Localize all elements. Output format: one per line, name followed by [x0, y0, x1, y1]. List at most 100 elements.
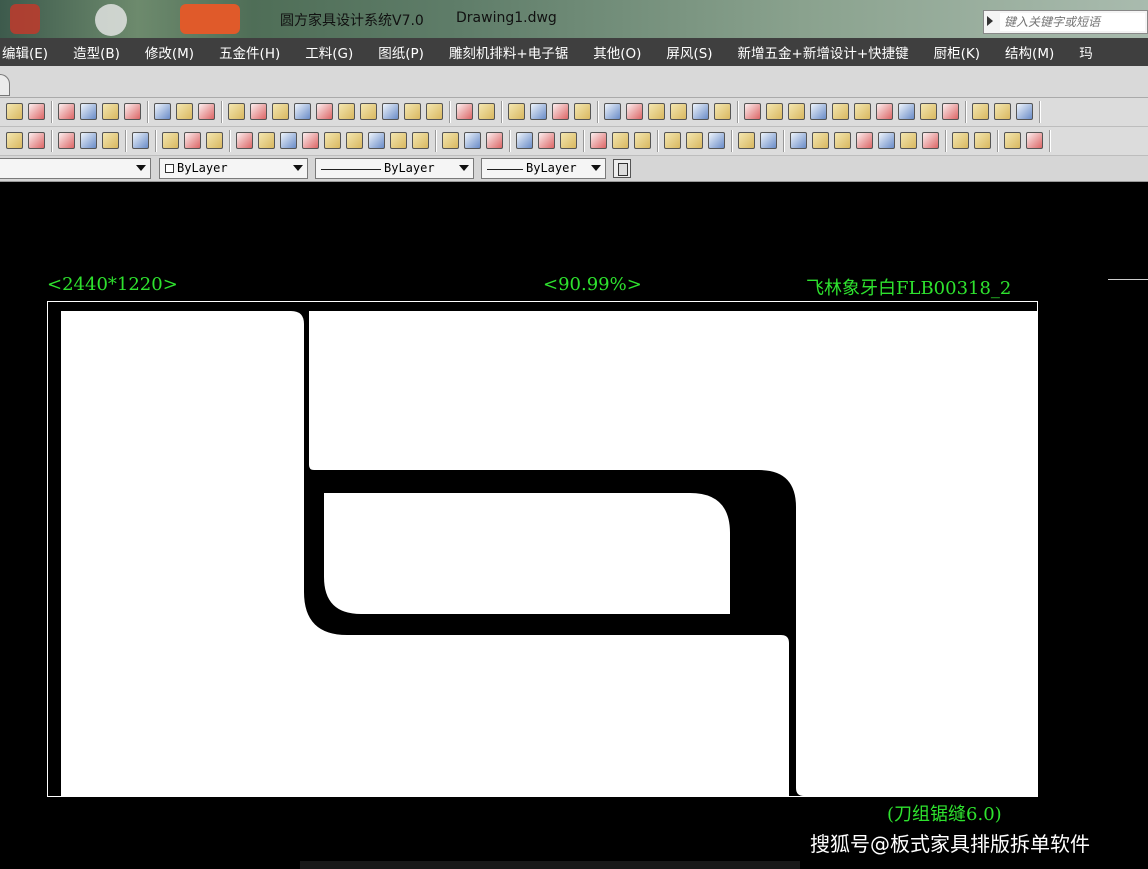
toolbar-tool-icon[interactable]	[404, 103, 421, 120]
toolbar-tool-icon[interactable]	[670, 103, 687, 120]
toolbar-tool-icon[interactable]	[478, 103, 495, 120]
toolbar-tool-icon[interactable]	[942, 103, 959, 120]
toolbar-tool-icon[interactable]	[184, 132, 201, 149]
toolbar-tool-icon[interactable]	[302, 132, 319, 149]
toolbar-tool-icon[interactable]	[530, 103, 547, 120]
toolbar-tool-icon[interactable]	[974, 132, 991, 149]
toolbar-tool-icon[interactable]	[124, 103, 141, 120]
toolbar-tool-icon[interactable]	[648, 103, 665, 120]
toolbar-tool-icon[interactable]	[810, 103, 827, 120]
toolbar-tool-icon[interactable]	[766, 103, 783, 120]
toolbar-tool-icon[interactable]	[412, 132, 429, 149]
toolbar-tool-icon[interactable]	[316, 103, 333, 120]
toolbar-tool-icon[interactable]	[604, 103, 621, 120]
layer-select[interactable]	[0, 158, 151, 179]
toolbar-tool-icon[interactable]	[686, 132, 703, 149]
nesting-sheet[interactable]	[47, 301, 1038, 797]
menu-cabinet[interactable]: 厨柜(K)	[934, 42, 980, 62]
toolbar-tool-icon[interactable]	[538, 132, 555, 149]
toolbar-tool-icon[interactable]	[28, 103, 45, 120]
toolbar-tool-icon[interactable]	[1004, 132, 1021, 149]
toolbar-tool-icon[interactable]	[176, 103, 193, 120]
toolbar-tool-icon[interactable]	[486, 132, 503, 149]
toolbar-tool-icon[interactable]	[812, 132, 829, 149]
toolbar-tool-icon[interactable]	[6, 132, 23, 149]
toolbar-tool-icon[interactable]	[102, 103, 119, 120]
toolbar-tool-icon[interactable]	[692, 103, 709, 120]
menu-modify[interactable]: 修改(M)	[145, 42, 194, 62]
toolbar-tool-icon[interactable]	[876, 103, 893, 120]
app-launcher-icon-1[interactable]	[10, 4, 40, 34]
lineweight-select[interactable]: ByLayer	[481, 158, 606, 179]
properties-panel-icon[interactable]	[613, 159, 631, 178]
toolbar-tool-icon[interactable]	[390, 132, 407, 149]
menu-edit[interactable]: 编辑(E)	[2, 42, 48, 62]
toolbar-tool-icon[interactable]	[250, 103, 267, 120]
toolbar-tool-icon[interactable]	[834, 132, 851, 149]
menu-hardware[interactable]: 五金件(H)	[219, 42, 280, 62]
toolbar-tool-icon[interactable]	[206, 132, 223, 149]
toolbar-tool-icon[interactable]	[856, 132, 873, 149]
toolbar-tool-icon[interactable]	[920, 103, 937, 120]
search-input[interactable]	[1000, 13, 1145, 31]
menu-other[interactable]: 其他(O)	[593, 42, 641, 62]
menu-cnc-nesting[interactable]: 雕刻机排料+电子锯	[449, 42, 568, 62]
toolbar-tool-icon[interactable]	[80, 103, 97, 120]
toolbar-tool-icon[interactable]	[80, 132, 97, 149]
menu-truncated[interactable]: 玛	[1079, 42, 1093, 62]
toolbar-tool-icon[interactable]	[1026, 132, 1043, 149]
toolbar-tool-icon[interactable]	[900, 132, 917, 149]
toolbar-tool-icon[interactable]	[574, 103, 591, 120]
toolbar-tool-icon[interactable]	[6, 103, 23, 120]
toolbar-tool-icon[interactable]	[832, 103, 849, 120]
toolbar-tool-icon[interactable]	[228, 103, 245, 120]
menu-modeling[interactable]: 造型(B)	[73, 42, 120, 62]
menu-materials[interactable]: 工料(G)	[305, 42, 353, 62]
linetype-select[interactable]: ByLayer	[315, 158, 474, 179]
toolbar-tool-icon[interactable]	[28, 132, 45, 149]
toolbar-tool-icon[interactable]	[198, 103, 215, 120]
toolbar-tool-icon[interactable]	[508, 103, 525, 120]
toolbar-tool-icon[interactable]	[360, 103, 377, 120]
toolbar-tool-icon[interactable]	[338, 103, 355, 120]
toolbar-tool-icon[interactable]	[738, 132, 755, 149]
toolbar-tool-icon[interactable]	[58, 103, 75, 120]
menu-new-additions[interactable]: 新增五金+新增设计+快捷键	[738, 42, 909, 62]
toolbar-tool-icon[interactable]	[744, 103, 761, 120]
toolbar-tool-icon[interactable]	[162, 132, 179, 149]
menu-screen[interactable]: 屏风(S)	[666, 42, 712, 62]
toolbar-tool-icon[interactable]	[854, 103, 871, 120]
panel-center-small[interactable]	[324, 493, 730, 614]
tab-corner[interactable]	[0, 74, 10, 96]
toolbar-tool-icon[interactable]	[456, 103, 473, 120]
toolbar-tool-icon[interactable]	[516, 132, 533, 149]
menu-drawings[interactable]: 图纸(P)	[378, 42, 424, 62]
toolbar-tool-icon[interactable]	[324, 132, 341, 149]
toolbar-tool-icon[interactable]	[922, 132, 939, 149]
toolbar-tool-icon[interactable]	[590, 132, 607, 149]
toolbar-tool-icon[interactable]	[346, 132, 363, 149]
color-select[interactable]: ByLayer	[159, 158, 308, 179]
toolbar-tool-icon[interactable]	[426, 103, 443, 120]
toolbar-tool-icon[interactable]	[58, 132, 75, 149]
toolbar-tool-icon[interactable]	[664, 132, 681, 149]
command-line[interactable]	[300, 861, 800, 869]
toolbar-tool-icon[interactable]	[612, 132, 629, 149]
toolbar-tool-icon[interactable]	[258, 132, 275, 149]
toolbar-tool-icon[interactable]	[154, 103, 171, 120]
toolbar-tool-icon[interactable]	[368, 132, 385, 149]
toolbar-tool-icon[interactable]	[708, 132, 725, 149]
toolbar-tool-icon[interactable]	[560, 132, 577, 149]
toolbar-tool-icon[interactable]	[294, 103, 311, 120]
toolbar-tool-icon[interactable]	[952, 132, 969, 149]
toolbar-tool-icon[interactable]	[280, 132, 297, 149]
menu-structure[interactable]: 结构(M)	[1005, 42, 1054, 62]
toolbar-tool-icon[interactable]	[714, 103, 731, 120]
toolbar-tool-icon[interactable]	[760, 132, 777, 149]
toolbar-tool-icon[interactable]	[272, 103, 289, 120]
toolbar-tool-icon[interactable]	[102, 132, 119, 149]
drawing-canvas[interactable]: <2440*1220> <90.99%> 飞林象牙白FLB00318_2 (刀组…	[0, 183, 1148, 869]
toolbar-tool-icon[interactable]	[1016, 103, 1033, 120]
toolbar-tool-icon[interactable]	[236, 132, 253, 149]
toolbar-tool-icon[interactable]	[442, 132, 459, 149]
